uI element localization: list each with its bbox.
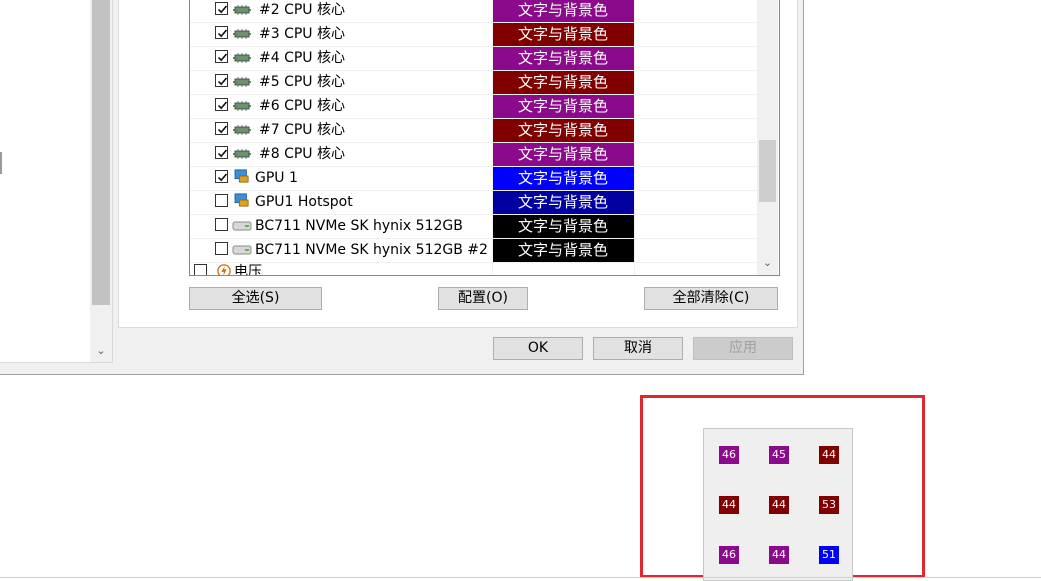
list-item[interactable]: #5 CPU 核心 文字与背景色 [190,70,757,95]
list-item[interactable]: #3 CPU 核心 文字与背景色 [190,22,757,47]
apply-button[interactable]: 应用 [693,337,793,360]
tray-temperature-badge[interactable]: 44 [769,546,789,564]
text-background-color-cell[interactable]: 文字与背景色 [492,190,634,214]
tray-temperature-badge[interactable]: 51 [819,546,839,564]
sensor-label: #6 CPU 核心 [259,98,346,114]
sensor-checkbox[interactable] [215,98,228,111]
tray-temperature-badge[interactable]: 46 [719,446,739,464]
sensor-checkbox[interactable] [215,26,228,39]
sensor-label: GPU1 Hotspot [255,194,353,210]
column-divider [634,0,635,275]
sensor-checkbox[interactable] [215,218,228,231]
sensor-list: BC711 NVMe SK hynix 512GB #2 文字与背景色 BC711 … [189,0,780,276]
sensor-label: BC711 NVMe SK hynix 512GB [255,218,463,234]
sensor-checkbox[interactable] [215,146,228,159]
ok-button[interactable]: OK [493,337,583,360]
sensor-settings-dialog: ⌄ BC711 NVMe SK hynix 512GB #2 文字与背景色 BC71… [0,0,804,375]
checkmark-icon [217,29,228,38]
checkmark-icon [217,125,228,134]
column-divider [492,0,493,275]
tray-temperature-popup: 46 45 44 44 44 53 46 44 51 [703,428,853,581]
text-background-color-cell[interactable]: 文字与背景色 [492,118,634,142]
checkmark-icon [217,101,228,110]
sensor-list-scrollbar[interactable]: ⌄ [757,0,778,275]
voltage-checkbox[interactable] [194,264,207,275]
sensor-checkbox[interactable] [215,74,228,87]
list-item-voltage-category[interactable]: 电压 [190,262,757,276]
list-item[interactable]: #6 CPU 核心 文字与背景色 [190,94,757,119]
voltage-icon [217,264,231,275]
list-item[interactable]: #7 CPU 核心 文字与背景色 [190,118,757,143]
sensor-label: #4 CPU 核心 [259,50,346,66]
checkmark-icon [217,173,228,182]
list-item[interactable]: BC711 NVMe SK hynix 512GB 文字与背景色 [190,214,757,239]
sensor-list-scroll-thumb[interactable] [759,140,776,202]
tray-temperature-badge[interactable]: 45 [769,446,789,464]
text-background-color-cell[interactable]: 文字与背景色 [492,166,634,190]
text-background-color-cell[interactable]: 文字与背景色 [492,46,634,70]
text-background-color-cell[interactable]: 文字与背景色 [492,238,634,262]
sensor-checkbox[interactable] [215,2,228,15]
cancel-button[interactable]: 取消 [593,337,683,360]
sensor-checkbox[interactable] [215,242,228,255]
sensor-checkbox[interactable] [215,50,228,63]
sensor-checkbox[interactable] [215,194,228,207]
sensor-label: #3 CPU 核心 [259,26,346,42]
left-pane-scroll-thumb[interactable] [92,0,110,305]
list-item[interactable]: #8 CPU 核心 文字与背景色 [190,142,757,167]
list-item[interactable]: #2 CPU 核心 文字与背景色 [190,0,757,23]
sensor-checkbox[interactable] [215,170,228,183]
sensor-label: BC711 NVMe SK hynix 512GB #2 [255,242,488,258]
text-background-color-cell[interactable]: 文字与背景色 [492,0,634,22]
sensor-label: #7 CPU 核心 [259,122,346,138]
text-background-color-cell[interactable]: 文字与背景色 [492,22,634,46]
tray-temperature-badge[interactable]: 44 [819,446,839,464]
clear-all-button[interactable]: 全部清除(C) [644,287,778,310]
list-item[interactable]: GPU1 Hotspot 文字与背景色 [190,190,757,215]
select-all-button[interactable]: 全选(S) [189,287,322,310]
text-background-color-cell[interactable]: 文字与背景色 [492,214,634,238]
left-pane-marker [0,152,2,174]
chevron-down-icon[interactable]: ⌄ [90,342,112,360]
voltage-category-label: 电压 [234,264,262,276]
text-background-color-cell[interactable]: 文字与背景色 [492,70,634,94]
text-background-color-cell[interactable]: 文字与背景色 [492,94,634,118]
list-item[interactable]: BC711 NVMe SK hynix 512GB #2 文字与背景色 [190,238,757,263]
configure-button[interactable]: 配置(O) [438,287,528,310]
checkmark-icon [217,149,228,158]
sensor-label: #8 CPU 核心 [259,146,346,162]
chevron-down-icon[interactable]: ⌄ [757,254,778,272]
sensor-label: #2 CPU 核心 [259,2,346,18]
checkmark-icon [217,5,228,14]
sensor-checkbox[interactable] [215,122,228,135]
list-item[interactable]: #4 CPU 核心 文字与背景色 [190,46,757,71]
tray-temperature-badge[interactable]: 46 [719,546,739,564]
sensor-label: GPU 1 [255,170,298,186]
tray-temperature-badge[interactable]: 44 [769,496,789,514]
checkmark-icon [217,53,228,62]
list-item[interactable]: GPU 1 文字与背景色 [190,166,757,191]
text-background-color-cell[interactable]: 文字与背景色 [492,142,634,166]
left-navigation-pane: ⌄ [0,0,113,363]
checkmark-icon [217,77,228,86]
sensor-label: #5 CPU 核心 [259,74,346,90]
taskbar-edge [0,577,1041,578]
tray-temperature-badge[interactable]: 53 [819,496,839,514]
tray-temperature-badge[interactable]: 44 [719,496,739,514]
